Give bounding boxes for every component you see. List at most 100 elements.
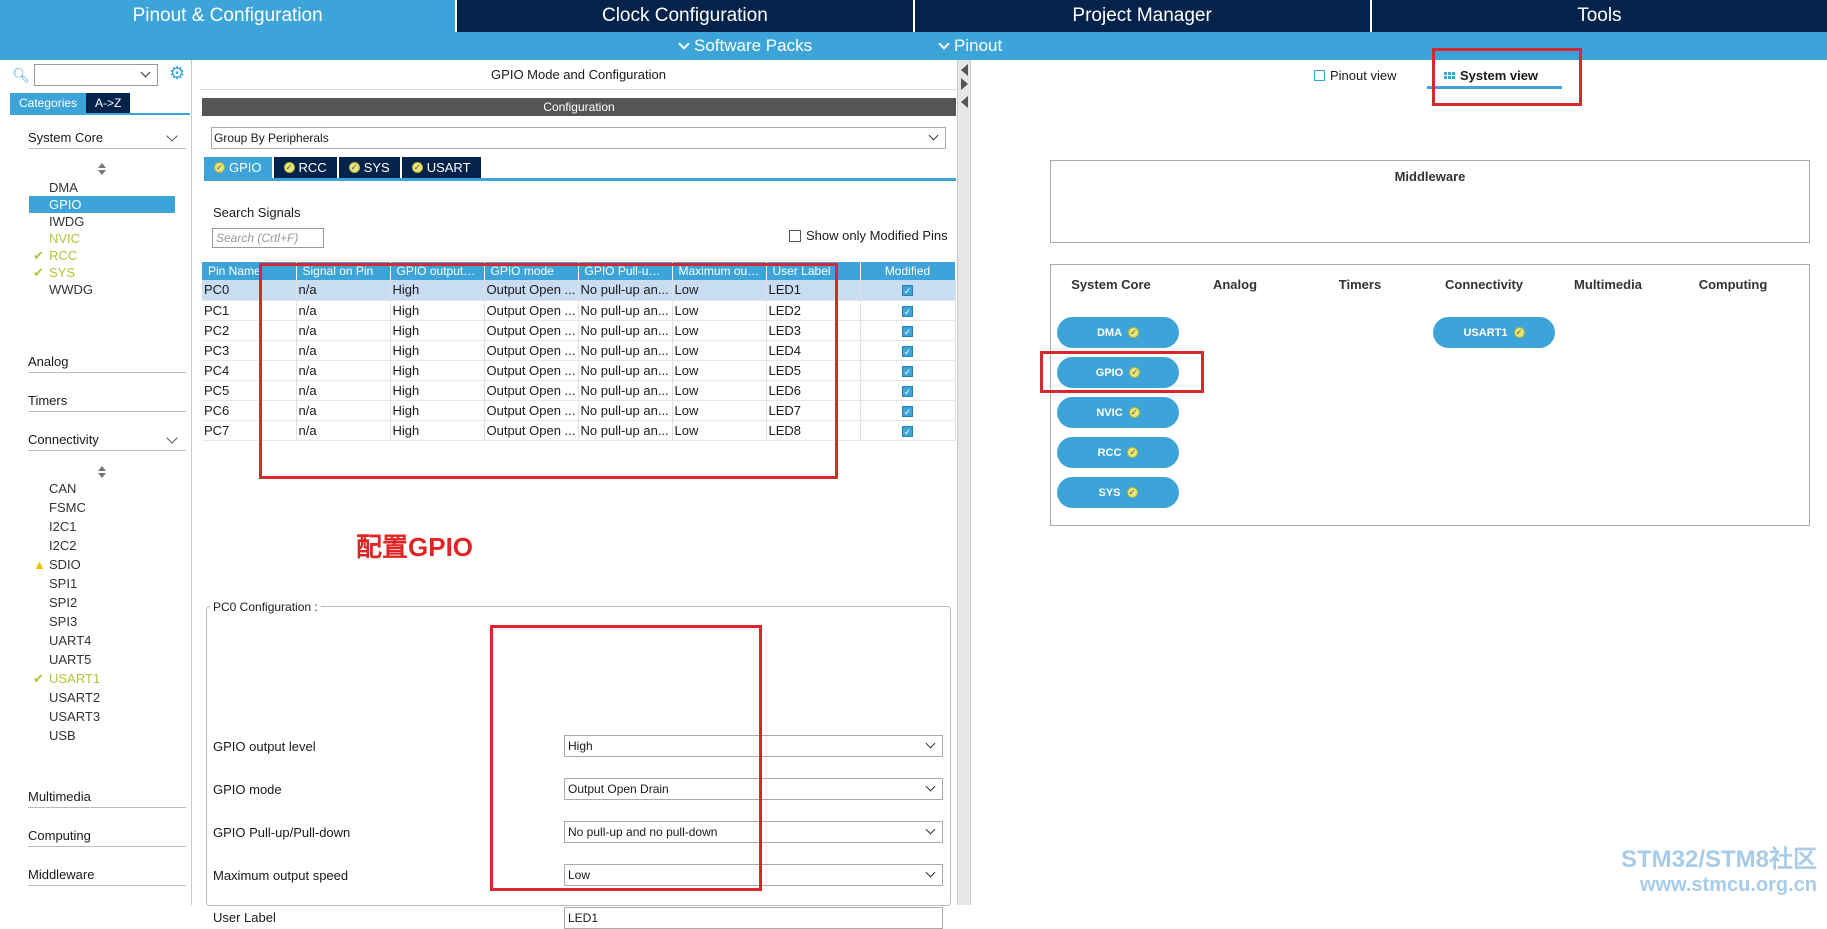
gpio-pull-select[interactable]: No pull-up and no pull-down <box>564 821 943 843</box>
pill-gpio[interactable]: GPIO ✓ <box>1057 357 1179 388</box>
pill-nvic[interactable]: NVIC ✓ <box>1057 397 1179 428</box>
sidebar-item-uart4[interactable]: UART4 <box>29 632 175 649</box>
modified-cell: ✓ <box>860 400 956 421</box>
sidebar-tabs: Categories A->Z <box>10 93 131 113</box>
modified-checkbox[interactable]: ✓ <box>902 385 913 397</box>
tab-clock-configuration[interactable]: Clock Configuration <box>457 0 915 32</box>
column-header[interactable]: Signal on Pin <box>296 262 391 280</box>
group-by-select[interactable]: Group By Peripherals <box>211 127 946 149</box>
column-header[interactable]: Modified <box>860 262 956 280</box>
column-header[interactable]: GPIO mode <box>484 262 579 280</box>
checkbox[interactable] <box>789 229 801 242</box>
sidebar-item-spi2[interactable]: SPI2 <box>29 594 175 611</box>
modified-checkbox[interactable]: ✓ <box>902 405 913 417</box>
group-connectivity[interactable]: Connectivity <box>28 429 186 451</box>
table-row[interactable]: PC4 n/a High Output Open ... No pull-up an..… <box>202 360 956 381</box>
gpio-output-level-select[interactable]: High <box>564 735 943 757</box>
modified-checkbox[interactable]: ✓ <box>902 425 913 437</box>
modified-checkbox[interactable]: ✓ <box>902 305 913 317</box>
tab-system-view[interactable]: System view <box>1444 68 1538 83</box>
pill-sys[interactable]: SYS ✓ <box>1057 477 1179 508</box>
table-cell: Low <box>672 300 767 321</box>
table-row[interactable]: PC1 n/a High Output Open ... No pull-up an..… <box>202 300 956 321</box>
collapse-left-icon[interactable] <box>961 64 968 76</box>
sidebar-item-i2c2[interactable]: I2C2 <box>29 537 175 554</box>
column-header[interactable]: Pin Name <box>202 262 297 280</box>
panel-splitter[interactable] <box>957 60 971 905</box>
search-signals-input[interactable]: Search (Crtl+F) <box>212 228 324 248</box>
group-timers[interactable]: Timers <box>28 390 1010 412</box>
check-icon: ✓ <box>411 162 423 173</box>
sidebar-item-usart3[interactable]: USART3 <box>29 708 175 725</box>
table-row[interactable]: PC3 n/a High Output Open ... No pull-up an..… <box>202 340 956 361</box>
tab-a-z[interactable]: A->Z <box>86 93 131 113</box>
table-cell: Output Open ... <box>484 380 579 401</box>
tab-sys[interactable]: ✓ SYS <box>338 157 400 178</box>
table-row[interactable]: PC7 n/a High Output Open ... No pull-up an..… <box>202 420 956 441</box>
category-timers: Timers <box>1338 277 1382 292</box>
group-computing[interactable]: Computing <box>28 825 1010 847</box>
group-system-core[interactable]: System Core <box>28 127 186 149</box>
tab-gpio[interactable]: ✓ GPIO <box>204 157 272 178</box>
group-middleware[interactable]: Middleware <box>28 864 1010 886</box>
tab-pinout-view[interactable]: Pinout view <box>1314 68 1396 83</box>
sidebar-item-gpio[interactable]: GPIO <box>29 196 175 213</box>
tab-categories[interactable]: Categories <box>10 93 87 113</box>
search-dropdown[interactable] <box>33 64 158 86</box>
max-output-speed-select[interactable]: Low <box>564 864 943 886</box>
sidebar-item-usart1[interactable]: ✔ USART1 <box>29 670 175 687</box>
sidebar-item-usart2[interactable]: USART2 <box>29 689 175 706</box>
tab-usart[interactable]: ✓ USART <box>401 157 481 178</box>
modified-checkbox[interactable]: ✓ <box>902 285 913 297</box>
gpio-mode-select[interactable]: Output Open Drain <box>564 778 943 800</box>
sidebar-item-sdio[interactable]: ▲ SDIO <box>29 556 175 573</box>
modified-checkbox[interactable]: ✓ <box>902 325 913 337</box>
sidebar-item-rcc[interactable]: ✔ RCC <box>29 247 175 264</box>
group-analog[interactable]: Analog <box>28 351 1010 373</box>
table-cell: Output Open ... <box>484 300 579 321</box>
tab-pinout-configuration[interactable]: Pinout & Configuration <box>0 0 458 32</box>
sidebar-item-uart5[interactable]: UART5 <box>29 651 175 668</box>
sidebar-item-sys[interactable]: ✔ SYS <box>29 264 175 281</box>
scroll-arrows-icon[interactable] <box>98 466 106 478</box>
modified-checkbox[interactable]: ✓ <box>902 345 913 357</box>
tab-rcc[interactable]: ✓ RCC <box>273 157 337 178</box>
column-header[interactable]: GPIO output l... <box>390 262 485 280</box>
scroll-arrows-icon[interactable] <box>98 163 106 175</box>
sidebar-item-fsmc[interactable]: FSMC <box>29 499 175 516</box>
tab-project-manager[interactable]: Project Manager <box>915 0 1372 32</box>
show-modified-checkbox[interactable]: Show only Modified Pins <box>789 228 948 243</box>
table-cell: LED4 <box>766 340 861 361</box>
sidebar-item-dma[interactable]: DMA <box>29 179 175 196</box>
tab-tools[interactable]: Tools <box>1372 0 1827 32</box>
table-row[interactable]: PC0 n/a High Output Open ... No pull-up an..… <box>202 280 956 301</box>
sidebar-item-spi1[interactable]: SPI1 <box>29 575 175 592</box>
gear-icon[interactable]: ⚙ <box>169 64 187 82</box>
column-header[interactable]: GPIO Pull-up/... <box>578 262 673 280</box>
pill-rcc[interactable]: RCC ✓ <box>1057 437 1179 468</box>
group-label: System Core <box>28 130 104 145</box>
expand-right-icon[interactable] <box>961 78 968 90</box>
sidebar-item-nvic[interactable]: NVIC <box>29 230 175 247</box>
sidebar-item-can[interactable]: CAN <box>29 480 175 497</box>
column-header[interactable]: Maximum out... <box>672 262 767 280</box>
software-packs-menu[interactable]: Software Packs <box>678 36 812 56</box>
modified-checkbox[interactable]: ✓ <box>902 365 913 377</box>
group-multimedia[interactable]: Multimedia <box>28 786 1010 808</box>
pinout-menu[interactable]: Pinout <box>938 36 1002 56</box>
sidebar-item-spi3[interactable]: SPI3 <box>29 613 175 630</box>
sidebar-item-i2c1[interactable]: I2C1 <box>29 518 175 535</box>
column-header[interactable]: User Label <box>766 262 861 280</box>
pill-usart1[interactable]: USART1 ✓ <box>1433 317 1555 348</box>
user-label-input[interactable]: LED1 <box>564 907 943 929</box>
pill-dma[interactable]: DMA ✓ <box>1057 317 1179 348</box>
collapse-left-icon[interactable] <box>961 96 968 108</box>
chevron-down-icon <box>140 67 151 78</box>
sidebar-item-iwdg[interactable]: IWDG <box>29 213 175 230</box>
sidebar-item-wwdg[interactable]: WWDG <box>29 281 175 298</box>
table-row[interactable]: PC6 n/a High Output Open ... No pull-up an..… <box>202 400 956 421</box>
modified-cell: ✓ <box>860 300 956 321</box>
table-row[interactable]: PC5 n/a High Output Open ... No pull-up an..… <box>202 380 956 401</box>
sidebar-item-usb[interactable]: USB <box>29 727 175 744</box>
table-row[interactable]: PC2 n/a High Output Open ... No pull-up an..… <box>202 320 956 341</box>
